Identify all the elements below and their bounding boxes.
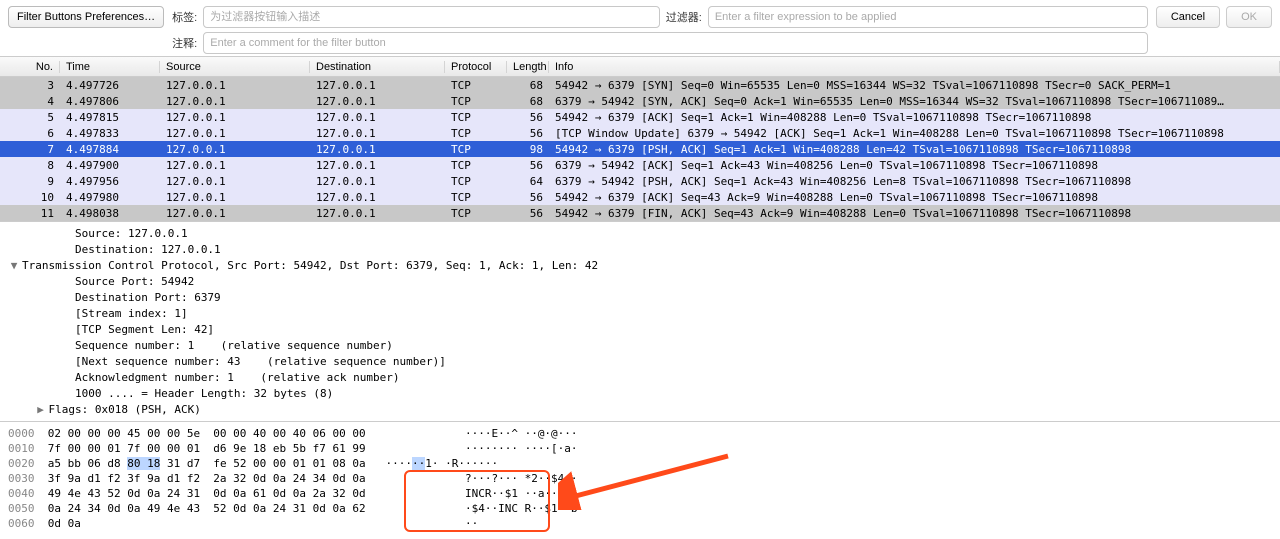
detail-line[interactable]: Destination: 127.0.0.1	[8, 242, 1280, 258]
table-row[interactable]: 64.497833127.0.0.1127.0.0.1TCP56[TCP Win…	[0, 125, 1280, 141]
tag-label: 标签:	[172, 9, 197, 25]
detail-line[interactable]: Destination Port: 6379	[8, 290, 1280, 306]
detail-line[interactable]: Source Port: 54942	[8, 274, 1280, 290]
hex-line[interactable]: 0010 7f 00 00 01 7f 00 00 01 d6 9e 18 eb…	[8, 441, 1272, 456]
table-row[interactable]: 104.497980127.0.0.1127.0.0.1TCP5654942 →…	[0, 189, 1280, 205]
ok-button[interactable]: OK	[1226, 6, 1272, 28]
detail-line[interactable]: Acknowledgment number: 1 (relative ack n…	[8, 370, 1280, 386]
hex-line[interactable]: 0020 a5 bb 06 d8 80 18 31 d7 fe 52 00 00…	[8, 456, 1272, 471]
col-info[interactable]: Info	[549, 61, 1280, 73]
toolbar: Filter Buttons Preferences… 标签: 过滤器: 注释:…	[0, 0, 1280, 56]
detail-line[interactable]: ▶Flags: 0x018 (PSH, ACK)	[8, 402, 1280, 418]
detail-line[interactable]: 1000 .... = Header Length: 32 bytes (8)	[8, 386, 1280, 402]
col-protocol[interactable]: Protocol	[445, 61, 507, 73]
detail-line[interactable]: ▼Transmission Control Protocol, Src Port…	[8, 258, 1280, 274]
hex-line[interactable]: 0060 0d 0a ··	[8, 516, 1272, 531]
tag-input[interactable]	[203, 6, 660, 28]
hex-line[interactable]: 0030 3f 9a d1 f2 3f 9a d1 f2 2a 32 0d 0a…	[8, 471, 1272, 486]
table-row[interactable]: 84.497900127.0.0.1127.0.0.1TCP566379 → 5…	[0, 157, 1280, 173]
detail-line[interactable]: Source: 127.0.0.1	[8, 226, 1280, 242]
packet-list: No. Time Source Destination Protocol Len…	[0, 56, 1280, 222]
detail-line[interactable]: [TCP Segment Len: 42]	[8, 322, 1280, 338]
table-row[interactable]: 54.497815127.0.0.1127.0.0.1TCP5654942 → …	[0, 109, 1280, 125]
detail-line[interactable]: [Next sequence number: 43 (relative sequ…	[8, 354, 1280, 370]
table-row[interactable]: 44.497806127.0.0.1127.0.0.1TCP686379 → 5…	[0, 93, 1280, 109]
packet-bytes[interactable]: 0000 02 00 00 00 45 00 00 5e 00 00 40 00…	[0, 422, 1280, 535]
filter-buttons-preferences-button[interactable]: Filter Buttons Preferences…	[8, 6, 164, 28]
filter-expression-input[interactable]	[708, 6, 1148, 28]
hex-line[interactable]: 0040 49 4e 43 52 0d 0a 24 31 0d 0a 61 0d…	[8, 486, 1272, 501]
packet-list-header: No. Time Source Destination Protocol Len…	[0, 57, 1280, 77]
col-length[interactable]: Length	[507, 61, 549, 73]
cancel-button[interactable]: Cancel	[1156, 6, 1220, 28]
hex-line[interactable]: 0050 0a 24 34 0d 0a 49 4e 43 52 0d 0a 24…	[8, 501, 1272, 516]
packet-details[interactable]: Source: 127.0.0.1 Destination: 127.0.0.1…	[0, 222, 1280, 422]
col-source[interactable]: Source	[160, 61, 310, 73]
comment-label: 注释:	[172, 35, 197, 51]
table-row[interactable]: 34.497726127.0.0.1127.0.0.1TCP6854942 → …	[0, 77, 1280, 93]
table-row[interactable]: 94.497956127.0.0.1127.0.0.1TCP646379 → 5…	[0, 173, 1280, 189]
detail-line[interactable]: Sequence number: 1 (relative sequence nu…	[8, 338, 1280, 354]
col-no[interactable]: No.	[0, 61, 60, 73]
table-row[interactable]: 114.498038127.0.0.1127.0.0.1TCP5654942 →…	[0, 205, 1280, 221]
detail-line[interactable]: [Stream index: 1]	[8, 306, 1280, 322]
comment-input[interactable]	[203, 32, 1148, 54]
hex-line[interactable]: 0000 02 00 00 00 45 00 00 5e 00 00 40 00…	[8, 426, 1272, 441]
col-time[interactable]: Time	[60, 61, 160, 73]
table-row[interactable]: 74.497884127.0.0.1127.0.0.1TCP9854942 → …	[0, 141, 1280, 157]
filter-label: 过滤器:	[666, 9, 702, 25]
col-destination[interactable]: Destination	[310, 61, 445, 73]
